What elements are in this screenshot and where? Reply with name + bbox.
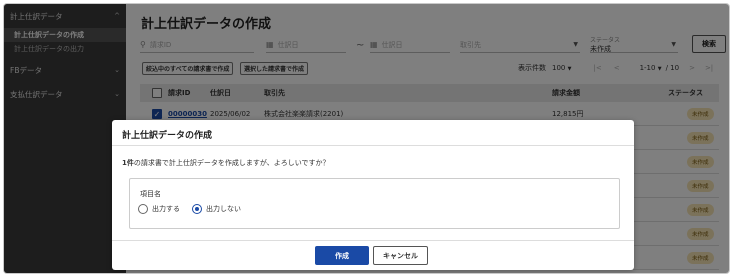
create-button[interactable]: 作成 [315, 246, 369, 265]
option-box: 項目名 出力する 出力しない [129, 178, 620, 229]
radio-circle-selected[interactable] [192, 204, 202, 214]
dialog-message-count: 1件 [122, 159, 134, 167]
dialog-message: 1件の請求書で計上仕訳データを作成しますが、よろしいですか？ [122, 158, 330, 168]
radio-circle[interactable] [138, 204, 148, 214]
option-label: 項目名 [140, 190, 161, 198]
divider [112, 145, 634, 146]
dialog-message-text: の請求書で計上仕訳データを作成しますが、よろしいですか？ [133, 159, 330, 167]
radio-no-output[interactable]: 出力しない [192, 204, 241, 214]
confirm-dialog: 計上仕訳データの作成 1件の請求書で計上仕訳データを作成しますが、よろしいですか… [112, 120, 634, 270]
output-radio-group: 出力する 出力しない [138, 204, 253, 214]
radio-output[interactable]: 出力する [138, 204, 180, 214]
radio-output-label: 出力する [152, 205, 180, 213]
cancel-button[interactable]: キャンセル [373, 246, 428, 265]
app-window: 計上仕訳データ ^ 計上仕訳データの作成 計上仕訳データの出力 FBデータ ⌄ … [3, 3, 730, 274]
dialog-title: 計上仕訳データの作成 [122, 131, 213, 141]
radio-no-output-label: 出力しない [206, 205, 241, 213]
divider [112, 240, 634, 241]
